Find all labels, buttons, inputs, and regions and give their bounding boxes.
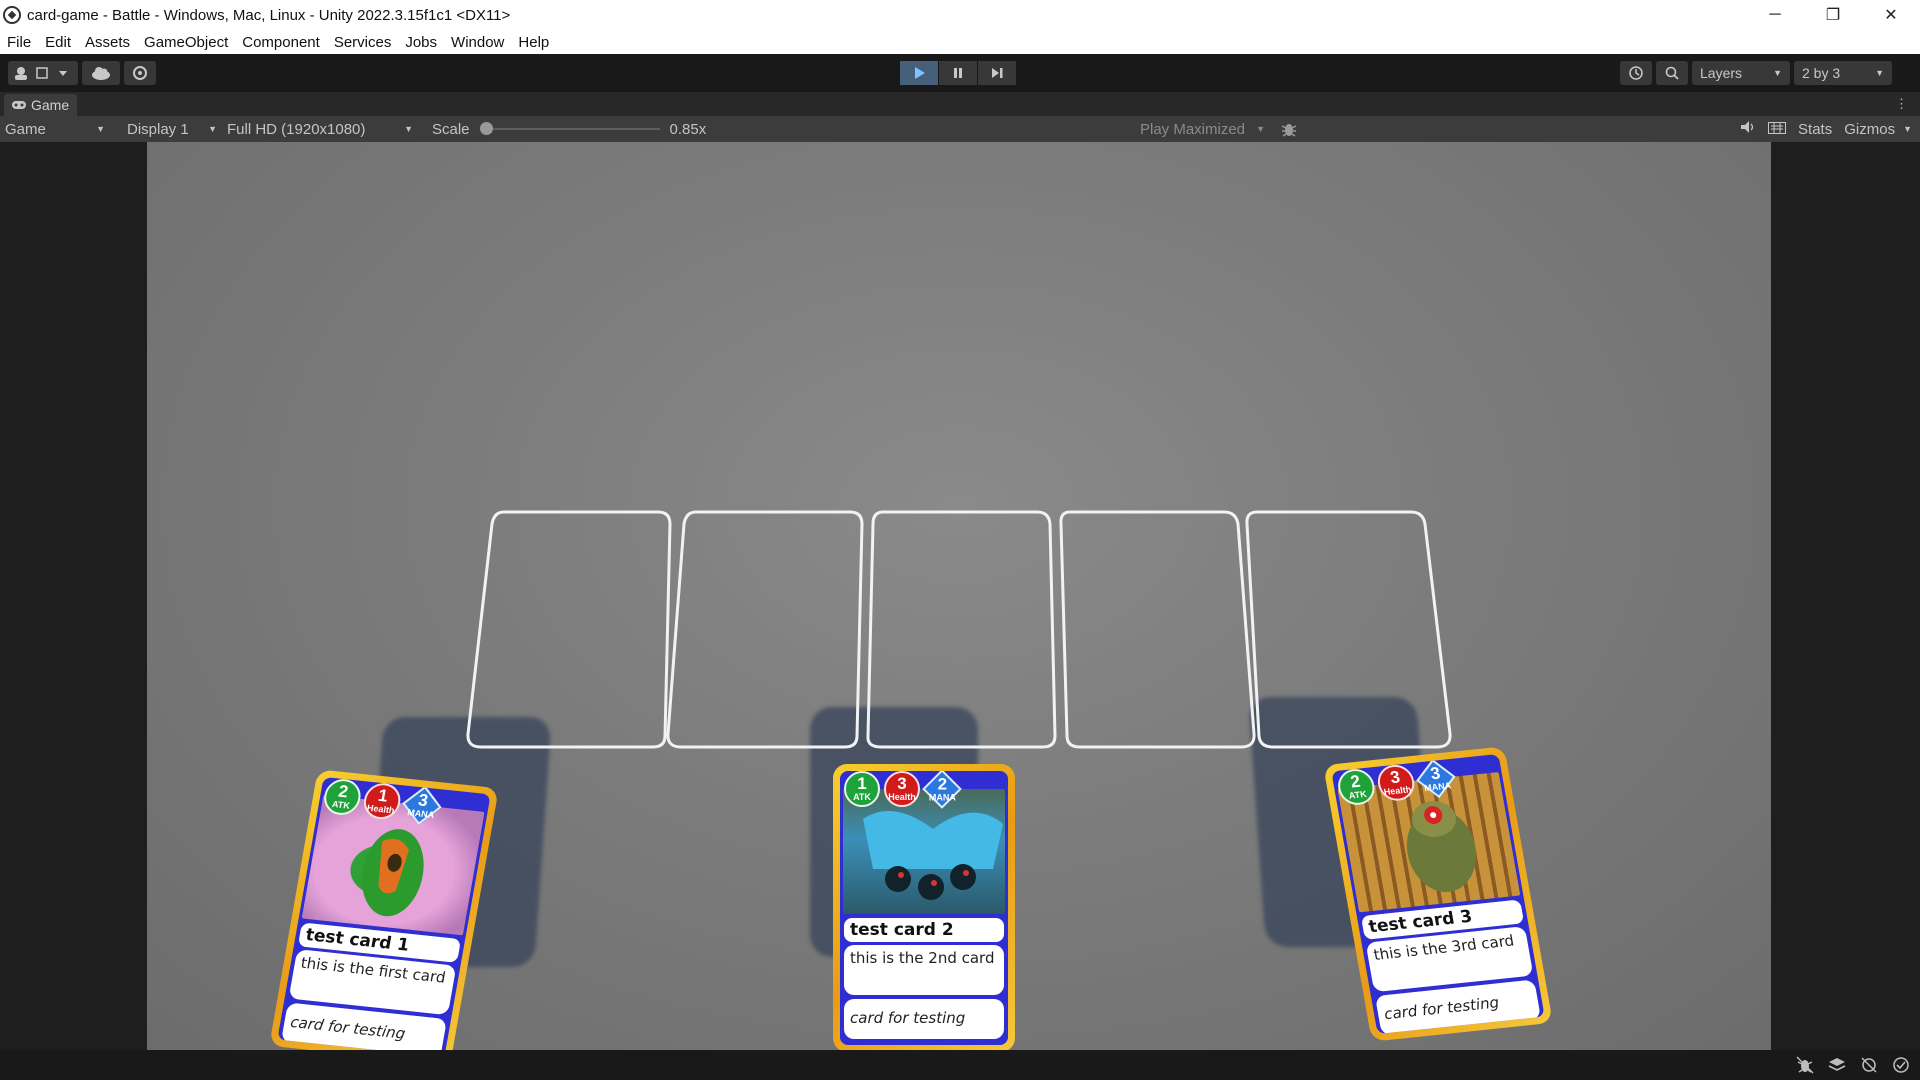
card-description: this is the 2nd card [844, 945, 1004, 995]
scale-slider-track [479, 128, 660, 130]
toolbar-right-group: Layers ▼ 2 by 3 ▼ [1620, 61, 1892, 85]
card-body: 2 ATK 3 Health 3 MANA test card 3 this is t… [1331, 753, 1545, 1035]
game-view[interactable]: 2 ATK 1 Health 3 MANA test card 1 this is t… [147, 142, 1771, 1050]
playmode-controls [900, 61, 1016, 85]
pause-icon [954, 68, 962, 78]
card-body: 2 ATK 1 Health 3 MANA test card 1 this is t… [277, 776, 491, 1050]
minimize-button[interactable]: ─ [1746, 0, 1804, 30]
tab-bar: Game ⋮ [0, 92, 1920, 116]
history-icon [1629, 66, 1643, 80]
restore-button[interactable]: ❐ [1804, 0, 1862, 30]
resolution-select[interactable]: Full HD (1920x1080) ▼ [222, 116, 418, 142]
layers-label: Layers [1700, 65, 1743, 81]
tab-game-label: Game [31, 97, 70, 113]
more-options-icon[interactable]: ⋮ [1895, 96, 1908, 112]
health-stat: 3 Health [884, 771, 920, 807]
search-button[interactable] [1656, 61, 1688, 85]
menu-file[interactable]: File [0, 34, 38, 51]
play-button[interactable] [900, 61, 938, 85]
pause-button[interactable] [939, 61, 977, 85]
menu-assets[interactable]: Assets [78, 34, 137, 51]
chevron-down-icon: ▼ [1875, 68, 1884, 78]
search-icon [1665, 66, 1679, 80]
game-view-right-controls: Stats Gizmos ▼ [1740, 116, 1920, 142]
board-slot-4[interactable] [1059, 510, 1256, 749]
status-bar [0, 1050, 1920, 1080]
card-flavor-text: card for testing [844, 999, 1004, 1039]
scale-slider-knob[interactable] [479, 122, 493, 135]
layout-label: 2 by 3 [1802, 65, 1841, 81]
layers-stack-icon[interactable] [1828, 1056, 1846, 1078]
chevron-down-icon[interactable]: ▼ [1903, 124, 1912, 134]
window-title-bar: card-game - Battle - Windows, Mac, Linux… [0, 0, 1920, 30]
tab-game[interactable]: Game [4, 94, 78, 116]
layout-dropdown[interactable]: 2 by 3 ▼ [1794, 61, 1892, 85]
display-select[interactable]: Display 1 ▼ [122, 116, 222, 142]
card-creature-art [863, 811, 1003, 900]
check-circle-icon[interactable] [1892, 1056, 1910, 1078]
cloud-icon [92, 67, 110, 80]
menu-help[interactable]: Help [511, 34, 556, 51]
card-body: 1 ATK 3 Health 2 MANA test card 2 this is t… [840, 771, 1008, 1045]
chevron-down-icon: ▼ [404, 124, 413, 134]
play-mode-select[interactable]: Play Maximized ▼ [1135, 116, 1270, 142]
resolution-select-label: Full HD (1920x1080) [227, 120, 366, 138]
account-icon [15, 67, 67, 80]
game-view-toolbar: Game ▼ Display 1 ▼ Full HD (1920x1080) ▼… [0, 116, 1920, 142]
settings-icon [133, 66, 147, 80]
card-art-image [301, 795, 485, 936]
keyboard-shortcuts-icon[interactable] [1768, 121, 1787, 138]
play-mode-label: Play Maximized [1140, 120, 1246, 138]
step-button[interactable] [978, 61, 1016, 85]
menu-bar: File Edit Assets GameObject Component Se… [0, 30, 1920, 54]
menu-window[interactable]: Window [444, 34, 511, 51]
close-button[interactable]: ✕ [1862, 0, 1920, 30]
card-name: test card 2 [844, 918, 1004, 942]
status-icons [1796, 1056, 1910, 1078]
step-icon [992, 68, 1003, 78]
view-select-label: Game [5, 120, 46, 138]
cloud-button[interactable] [82, 61, 120, 85]
history-button[interactable] [1620, 61, 1652, 85]
scale-value: 0.85x [669, 120, 707, 138]
main-toolbar: Layers ▼ 2 by 3 ▼ [0, 54, 1920, 92]
window-controls: ─ ❐ ✕ [1746, 0, 1920, 30]
play-icon [915, 67, 925, 79]
scale-label: Scale [432, 120, 470, 138]
scale-slider[interactable] [479, 116, 660, 142]
chevron-down-icon: ▼ [96, 124, 105, 134]
card-art-image [843, 789, 1005, 914]
chevron-down-icon: ▼ [208, 124, 217, 134]
display-select-label: Display 1 [127, 120, 189, 138]
board-slot-2[interactable] [666, 510, 864, 749]
card-creature-art [362, 829, 424, 917]
stats-button[interactable]: Stats [1798, 121, 1832, 138]
debug-icon[interactable] [1796, 1056, 1814, 1078]
network-icon[interactable] [1860, 1056, 1878, 1078]
menu-services[interactable]: Services [327, 34, 399, 51]
menu-gameobject[interactable]: GameObject [137, 34, 235, 51]
gizmos-button[interactable]: Gizmos [1844, 121, 1895, 138]
atk-stat: 1 ATK [844, 771, 880, 807]
chevron-down-icon: ▼ [1256, 124, 1265, 134]
bug-icon[interactable] [1280, 120, 1298, 142]
chevron-down-icon: ▼ [1773, 68, 1782, 78]
board-slot-5[interactable] [1245, 510, 1452, 749]
unity-logo-icon [3, 6, 21, 24]
board-slot-1[interactable] [466, 510, 672, 749]
audio-mute-icon[interactable] [1740, 120, 1756, 138]
layers-dropdown[interactable]: Layers ▼ [1692, 61, 1790, 85]
menu-jobs[interactable]: Jobs [398, 34, 444, 51]
account-dropdown[interactable] [8, 61, 78, 85]
board-slot-3[interactable] [866, 510, 1057, 749]
hand-card-2[interactable]: 1 ATK 3 Health 2 MANA test card 2 this is t… [833, 764, 1015, 1050]
account-group [8, 61, 156, 85]
gamepad-icon [12, 101, 26, 109]
window-title: card-game - Battle - Windows, Mac, Linux… [27, 6, 511, 24]
view-select[interactable]: Game ▼ [0, 116, 110, 142]
collab-button[interactable] [124, 61, 156, 85]
menu-component[interactable]: Component [235, 34, 327, 51]
menu-edit[interactable]: Edit [38, 34, 78, 51]
